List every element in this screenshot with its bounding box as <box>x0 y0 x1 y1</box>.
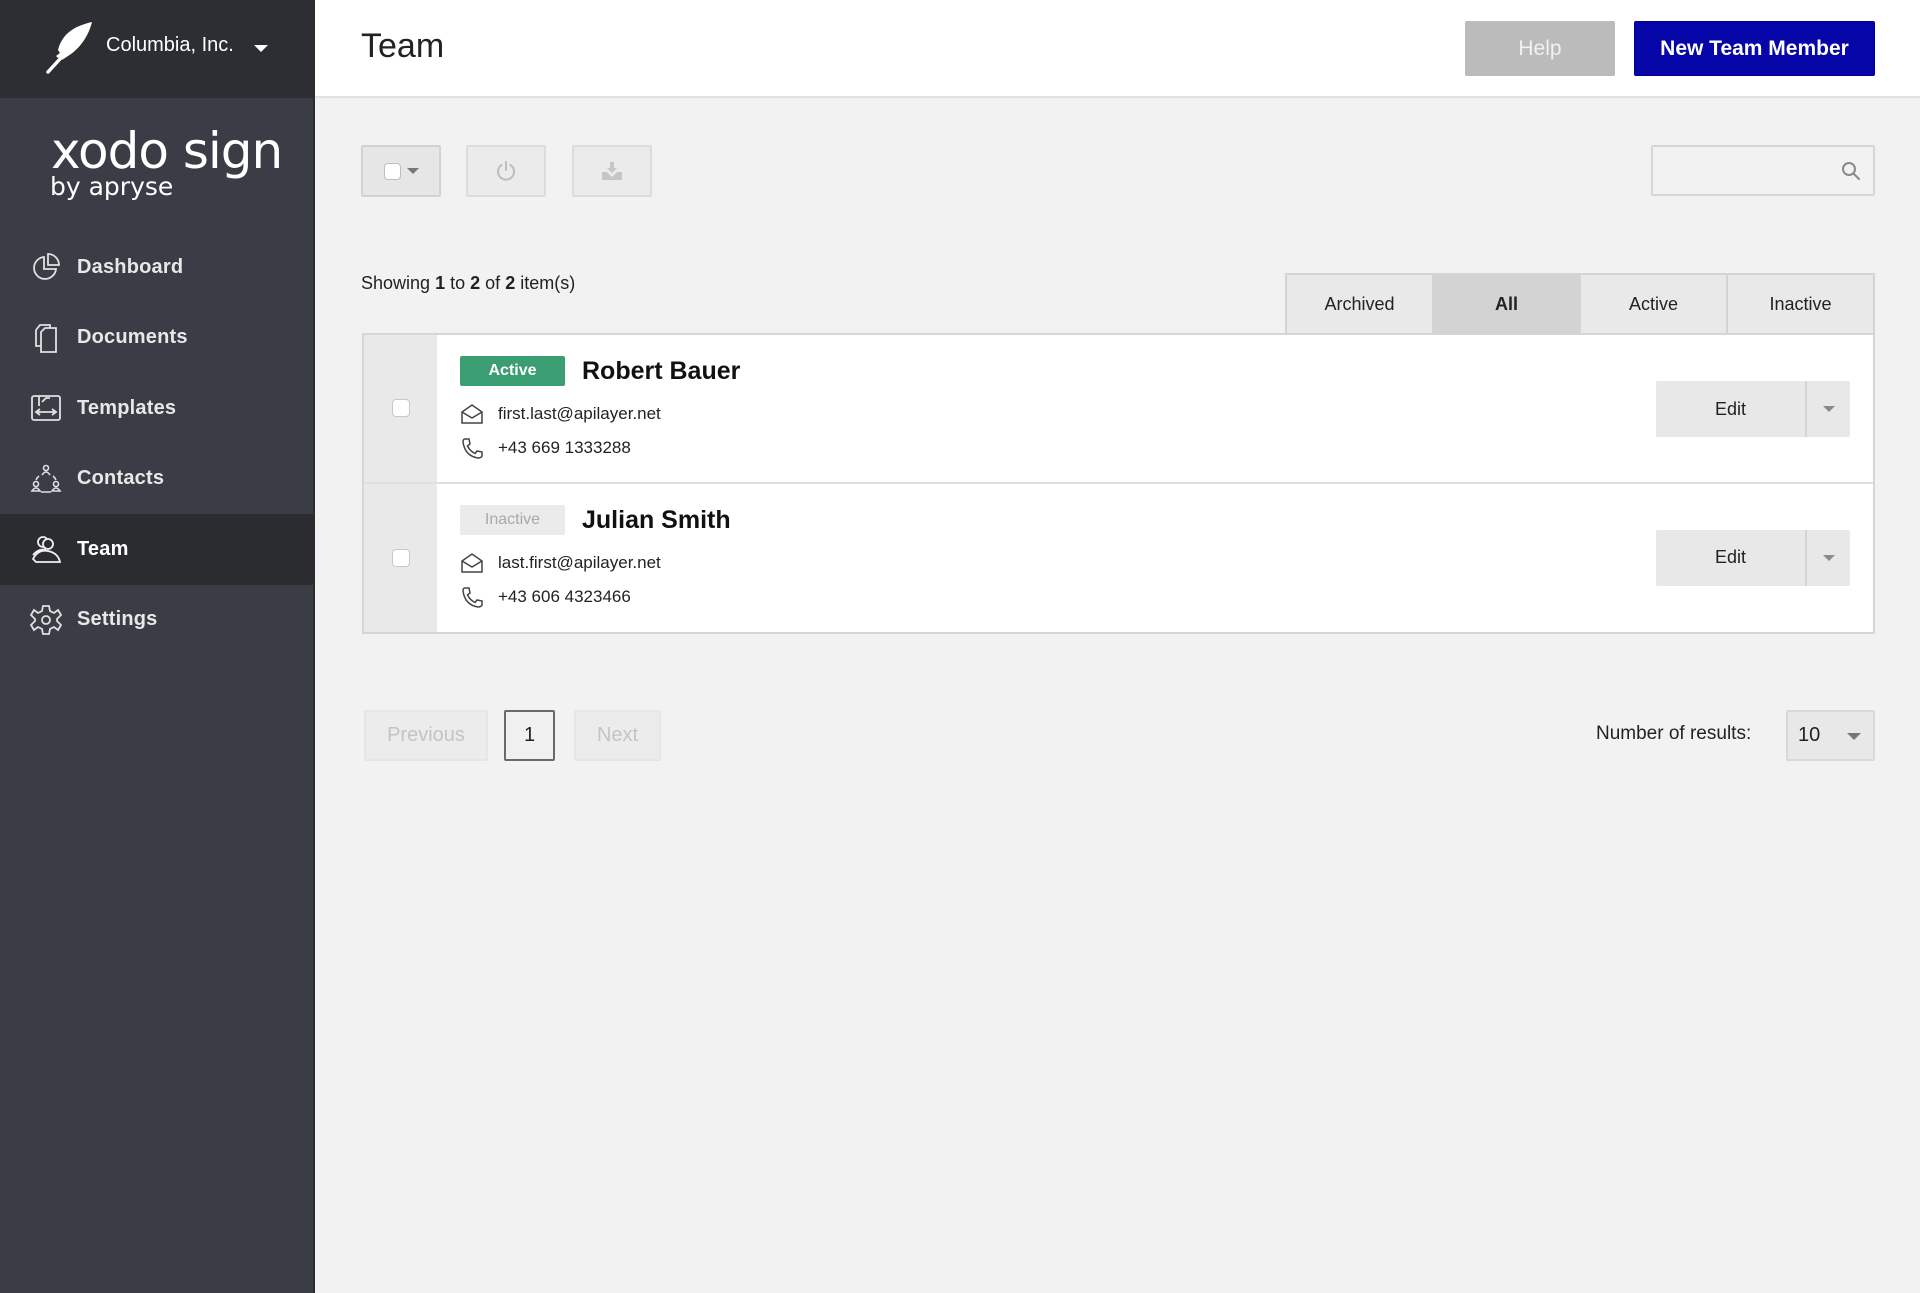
sidebar-item-contacts[interactable]: Contacts <box>0 444 313 515</box>
results-per-page-value: 10 <box>1798 724 1821 746</box>
chevron-down-icon <box>1822 406 1835 412</box>
org-switcher[interactable]: Columbia, Inc. <box>0 0 313 98</box>
next-page-button[interactable]: Next <box>574 710 661 761</box>
sidebar-item-label: Templates <box>77 396 177 419</box>
summary-total: 2 <box>505 273 516 293</box>
new-team-member-button[interactable]: New Team Member <box>1634 21 1875 76</box>
search-input[interactable] <box>1653 147 1833 194</box>
checkbox-icon <box>383 162 401 180</box>
brand-logo: xodo sign by apryse <box>50 122 283 201</box>
previous-page-button[interactable]: Previous <box>364 710 488 761</box>
phone-text: +43 606 4323466 <box>498 586 631 606</box>
page-header: Team Help New Team Member <box>315 0 1920 98</box>
sidebar-item-templates[interactable]: Templates <box>0 373 313 444</box>
chevron-down-icon <box>406 168 419 174</box>
help-button[interactable]: Help <box>1465 21 1615 76</box>
sidebar-item-documents[interactable]: Documents <box>0 303 313 374</box>
row-select-cell <box>364 483 437 632</box>
deactivate-button[interactable] <box>466 145 546 197</box>
chevron-down-icon[interactable] <box>254 45 268 52</box>
contacts-icon <box>30 463 62 495</box>
sidebar-item-label: Settings <box>77 608 158 631</box>
results-summary: Showing 1 to 2 of 2 item(s) <box>361 273 575 294</box>
sidebar-item-team[interactable]: Team <box>0 514 313 585</box>
sidebar-item-dashboard[interactable]: Dashboard <box>0 232 313 303</box>
tab-active[interactable]: Active <box>1581 275 1728 334</box>
tab-inactive[interactable]: Inactive <box>1728 275 1873 334</box>
sidebar-item-label: Dashboard <box>77 255 184 278</box>
phone-icon <box>462 438 483 459</box>
sidebar-item-label: Documents <box>77 326 188 349</box>
sidebar: Columbia, Inc. xodo sign by apryse Dashb… <box>0 0 315 1293</box>
member-phone: +43 669 1333288 <box>460 437 631 459</box>
member-name: Robert Bauer <box>582 357 741 385</box>
edit-button[interactable]: Edit <box>1656 381 1807 437</box>
summary-to-word: to <box>450 273 466 293</box>
summary-suffix: item(s) <box>520 273 576 293</box>
summary-prefix: Showing <box>361 273 431 293</box>
brand-name: xodo sign <box>51 122 283 180</box>
row-select-cell <box>364 335 437 482</box>
team-member-list: Active Robert Bauer first.last@apilayer.… <box>362 333 1875 634</box>
select-all-dropdown-button[interactable] <box>361 145 441 197</box>
pie-chart-icon <box>30 251 62 283</box>
export-button[interactable] <box>572 145 652 197</box>
search-field[interactable] <box>1651 145 1875 196</box>
sidebar-item-settings[interactable]: Settings <box>0 585 313 656</box>
tab-all[interactable]: All <box>1434 275 1581 334</box>
member-email: last.first@apilayer.net <box>460 552 661 574</box>
envelope-icon <box>461 404 483 424</box>
chevron-down-icon <box>1822 554 1835 561</box>
edit-button[interactable]: Edit <box>1656 529 1807 586</box>
summary-from: 1 <box>435 273 446 293</box>
email-text: last.first@apilayer.net <box>498 552 661 572</box>
results-per-page-label: Number of results: <box>1596 723 1752 744</box>
gear-icon <box>30 604 62 636</box>
edit-split-button: Edit <box>1656 529 1850 586</box>
member-name: Julian Smith <box>582 505 731 534</box>
phone-icon <box>462 586 483 608</box>
org-name[interactable]: Columbia, Inc. <box>106 34 234 57</box>
status-badge: Inactive <box>460 504 565 535</box>
page-1-button[interactable]: 1 <box>504 710 555 761</box>
summary-to: 2 <box>470 273 481 293</box>
row-checkbox[interactable] <box>391 548 410 567</box>
tab-archived[interactable]: Archived <box>1287 275 1434 334</box>
summary-of-word: of <box>485 273 501 293</box>
page-title: Team <box>361 27 445 65</box>
table-row: Inactive Julian Smith last.first@apilaye… <box>364 483 1873 632</box>
phone-text: +43 669 1333288 <box>498 438 631 457</box>
sidebar-item-label: Contacts <box>77 467 165 490</box>
feather-icon <box>46 22 92 74</box>
envelope-icon <box>461 552 483 573</box>
edit-options-dropdown[interactable] <box>1807 381 1850 437</box>
chevron-down-icon <box>1847 733 1861 740</box>
search-icon[interactable] <box>1841 161 1861 181</box>
download-icon <box>602 162 622 180</box>
template-icon <box>30 392 62 424</box>
member-phone: +43 606 4323466 <box>460 586 631 608</box>
results-per-page-select[interactable]: 10 <box>1786 710 1875 761</box>
email-text: first.last@apilayer.net <box>498 404 661 423</box>
documents-icon <box>30 322 62 354</box>
table-row: Active Robert Bauer first.last@apilayer.… <box>364 335 1873 484</box>
sidebar-nav: Dashboard Documents Templates Contacts T… <box>0 232 313 655</box>
power-icon <box>497 161 515 181</box>
member-email: first.last@apilayer.net <box>460 403 661 425</box>
status-badge: Active <box>460 356 565 386</box>
edit-options-dropdown[interactable] <box>1807 529 1850 586</box>
team-icon <box>30 533 62 565</box>
row-checkbox[interactable] <box>391 399 410 418</box>
status-filter-tabs: Archived All Active Inactive <box>1285 273 1875 334</box>
edit-split-button: Edit <box>1656 381 1850 437</box>
sidebar-item-label: Team <box>77 537 129 560</box>
